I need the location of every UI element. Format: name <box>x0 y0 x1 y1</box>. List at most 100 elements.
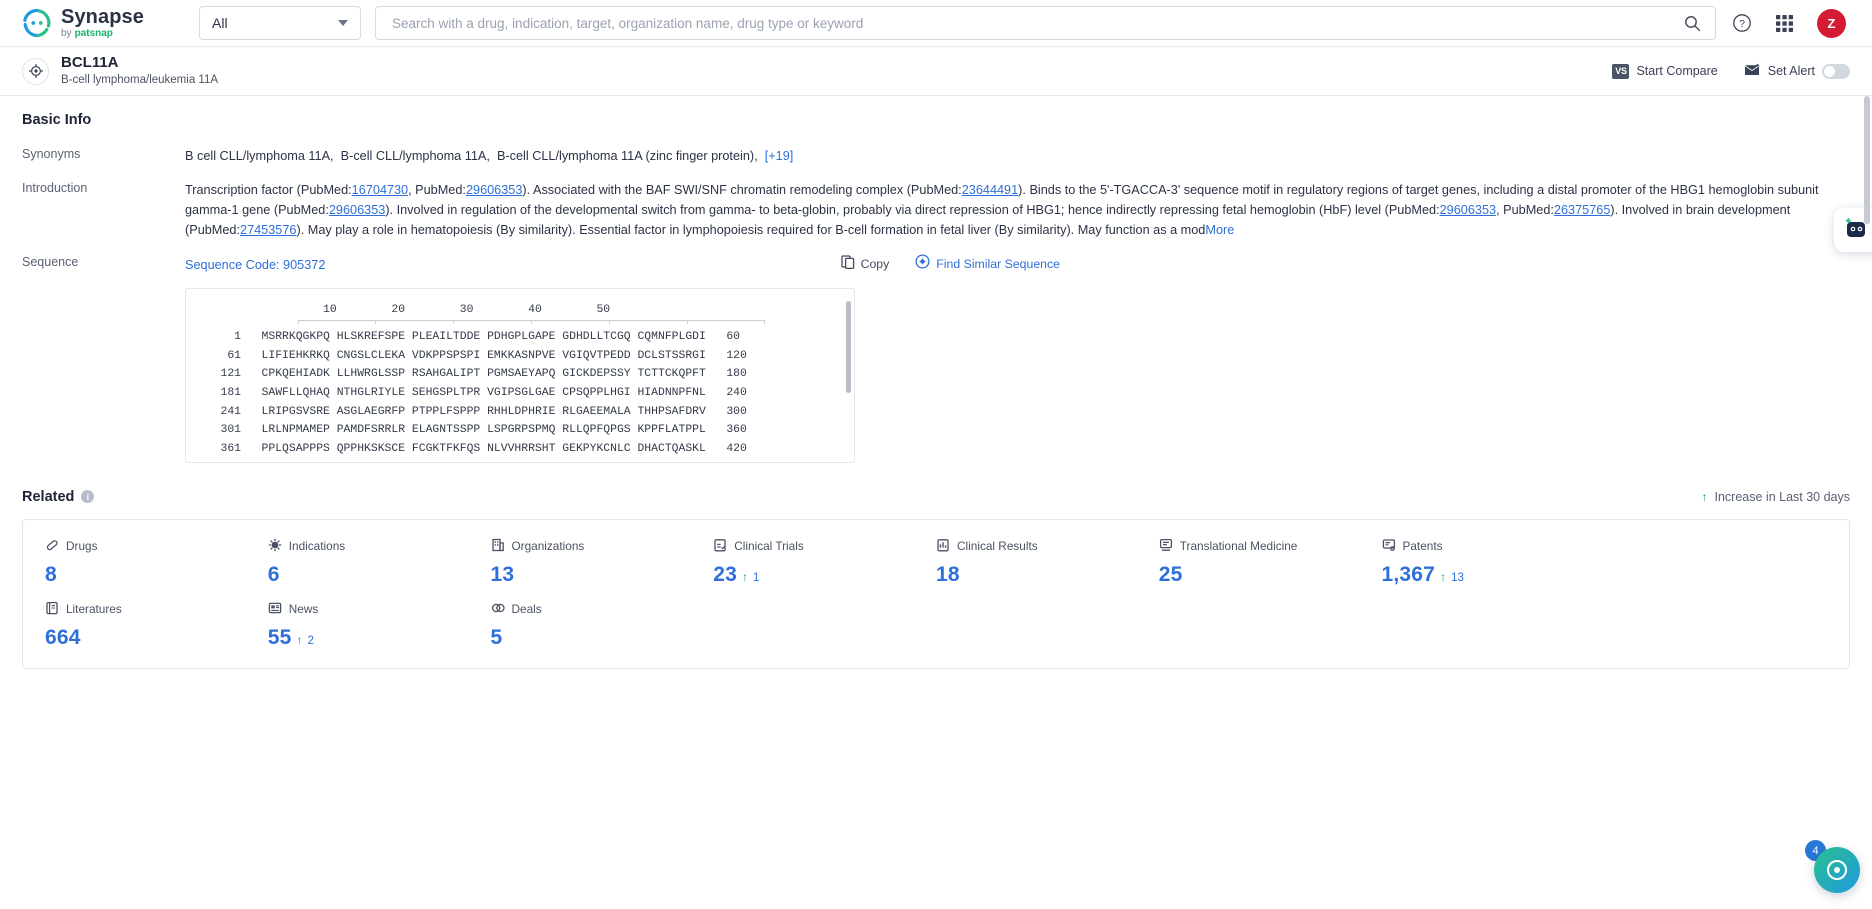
related-stat-label: Indications <box>288 539 346 554</box>
related-stat-clinical-results[interactable]: Clinical Results 18 <box>936 538 1159 587</box>
related-stat-literatures[interactable]: Literatures 664 <box>45 601 268 650</box>
global-search-box[interactable] <box>375 6 1716 40</box>
help-circle-icon[interactable]: ? <box>1732 13 1752 33</box>
pubmed-link[interactable]: 16704730 <box>352 183 408 197</box>
related-stat-value[interactable]: 6 <box>268 563 280 587</box>
related-stat-label: Drugs <box>66 539 98 554</box>
clipboard-icon <box>713 538 727 555</box>
search-input[interactable] <box>390 14 1684 32</box>
related-stat-drugs[interactable]: Drugs 8 <box>45 538 268 587</box>
find-similar-label: Find Similar Sequence <box>936 257 1060 272</box>
info-icon[interactable]: i <box>81 490 95 504</box>
arrow-up-icon: ↑ <box>296 632 303 647</box>
entity-header: BCL11A B-cell lymphoma/leukemia 11A VS S… <box>0 47 1872 96</box>
sequence-scrollbar[interactable] <box>846 300 851 393</box>
arrow-up-icon: ↑ <box>1701 489 1708 504</box>
sequence-text: 1 MSRRKQGKPQ HLSKREFSPE PLEAILTDDE PDHGP… <box>220 331 747 455</box>
synonym-item: B-cell CLL/lymphoma 11A (zinc finger pro… <box>496 149 758 163</box>
page-content: Basic Info Synonyms B cell CLL/lymphoma … <box>0 96 1872 909</box>
related-stat-patents[interactable]: Patents 1,367 ↑ 13 <box>1382 538 1605 587</box>
start-compare-button[interactable]: VS Start Compare <box>1612 63 1718 79</box>
introduction-fragment: , PubMed: <box>1496 203 1554 218</box>
pubmed-link[interactable]: 29606353 <box>466 183 522 197</box>
synapse-logo-icon <box>22 8 52 38</box>
related-stat-empty <box>1604 538 1827 587</box>
user-avatar[interactable]: Z <box>1817 8 1846 38</box>
basic-info-title: Basic Info <box>22 112 92 128</box>
patent-icon <box>1382 538 1396 555</box>
pubmed-link[interactable]: 29606353 <box>1440 203 1496 217</box>
related-stat-label: Patents <box>1402 539 1443 554</box>
related-stat-value[interactable]: 55 <box>268 626 292 650</box>
building-icon <box>491 538 505 555</box>
sequence-row: Sequence Sequence Code: 905372 Copy Find… <box>22 254 1850 463</box>
related-title: Related <box>22 488 75 505</box>
related-stat-indications[interactable]: Indications 6 <box>268 538 491 587</box>
related-stat-label: Clinical Results <box>957 539 1038 554</box>
pill-icon <box>45 538 59 555</box>
grid-apps-icon[interactable] <box>1775 14 1794 33</box>
related-legend: ↑ Increase in Last 30 days <box>1702 490 1851 504</box>
introduction-fragment: ). Involved in regulation of the develop… <box>385 203 1440 218</box>
chevron-down-icon <box>338 20 348 26</box>
copy-icon <box>840 255 855 275</box>
related-stat-value[interactable]: 1,367 <box>1382 563 1436 587</box>
sequence-code[interactable]: Sequence Code: 905372 <box>185 255 325 275</box>
sequence-ruler: 10 20 30 40 50 <box>200 303 611 316</box>
related-legend-label: Increase in Last 30 days <box>1714 489 1851 504</box>
assistant-fab-icon[interactable] <box>1814 847 1860 893</box>
search-category-value: All <box>212 15 228 31</box>
pubmed-link[interactable]: 26375765 <box>1554 203 1610 217</box>
related-stat-value[interactable]: 13 <box>491 563 515 587</box>
related-stat-translational-medicine[interactable]: Translational Medicine 25 <box>1159 538 1382 587</box>
page-scrollbar[interactable] <box>1864 96 1870 224</box>
related-stat-clinical-trials[interactable]: Clinical Trials 23 ↑ 1 <box>713 538 936 587</box>
set-alert-toggle[interactable] <box>1822 63 1850 79</box>
introduction-fragment: ). Associated with the BAF SWI/SNF chrom… <box>522 183 962 198</box>
related-stat-value[interactable]: 664 <box>45 626 81 650</box>
set-alert-label: Set Alert <box>1767 64 1815 78</box>
brand-logo[interactable]: Synapse by patsnap <box>22 7 177 39</box>
related-stat-label: Translational Medicine <box>1179 539 1298 554</box>
search-category-select[interactable]: All <box>199 6 361 40</box>
sequence-viewer[interactable]: 10 20 30 40 50 1 MSRRKQGKPQ HLSKREFSPE P… <box>185 287 855 463</box>
news-icon <box>268 601 282 618</box>
introduction-row: Introduction Transcription factor (PubMe… <box>22 180 1850 240</box>
related-stat-value[interactable]: 18 <box>936 563 960 587</box>
related-stat-news[interactable]: News 55 ↑ 2 <box>268 601 491 650</box>
search-icon[interactable] <box>1684 15 1701 32</box>
related-stat-deals[interactable]: Deals 5 <box>491 601 714 650</box>
related-stat-value[interactable]: 23 <box>713 563 737 587</box>
page-subtitle: B-cell lymphoma/leukemia 11A <box>61 74 219 87</box>
top-navigation-bar: Synapse by patsnap All ? <box>0 0 1872 47</box>
pubmed-link[interactable]: 23644491 <box>962 183 1018 197</box>
synonym-item: B cell CLL/lymphoma 11A, <box>185 149 334 163</box>
pubmed-link[interactable]: 29606353 <box>329 203 385 217</box>
related-stat-value[interactable]: 25 <box>1159 563 1183 587</box>
synonyms-more-link[interactable]: [+19] <box>765 149 794 163</box>
similar-sequence-icon <box>915 254 930 275</box>
deal-icon <box>491 601 505 618</box>
results-icon <box>936 538 950 555</box>
related-stat-organizations[interactable]: Organizations 13 <box>491 538 714 587</box>
introduction-more-link[interactable]: More <box>1205 223 1234 237</box>
related-stat-label: Deals <box>511 602 542 617</box>
introduction-fragment: Transcription factor (PubMed: <box>185 183 352 198</box>
related-stat-value[interactable]: 5 <box>491 626 503 650</box>
related-stat-label: News <box>288 602 319 617</box>
virus-icon <box>268 538 282 555</box>
pubmed-link[interactable]: 27453576 <box>240 223 296 237</box>
start-compare-label: Start Compare <box>1636 64 1718 78</box>
related-stats-card: Drugs 8 Indications 6 Organizations 13 Clinica… <box>22 518 1850 669</box>
synonym-item: B-cell CLL/lymphoma 11A, <box>340 149 490 163</box>
related-header: Related i ↑ Increase in Last 30 days <box>22 489 1850 505</box>
brand-name: Synapse <box>61 6 144 28</box>
copy-sequence-button[interactable]: Copy <box>840 255 889 275</box>
book-icon <box>45 601 59 618</box>
related-stat-delta: 1 <box>753 571 760 584</box>
related-stat-value[interactable]: 8 <box>45 563 57 587</box>
set-alert-control[interactable]: Set Alert <box>1744 62 1850 80</box>
find-similar-sequence-button[interactable]: Find Similar Sequence <box>915 254 1060 275</box>
synonyms-row: Synonyms B cell CLL/lymphoma 11A, B-cell… <box>22 146 1850 166</box>
related-stat-delta: 2 <box>307 634 314 647</box>
